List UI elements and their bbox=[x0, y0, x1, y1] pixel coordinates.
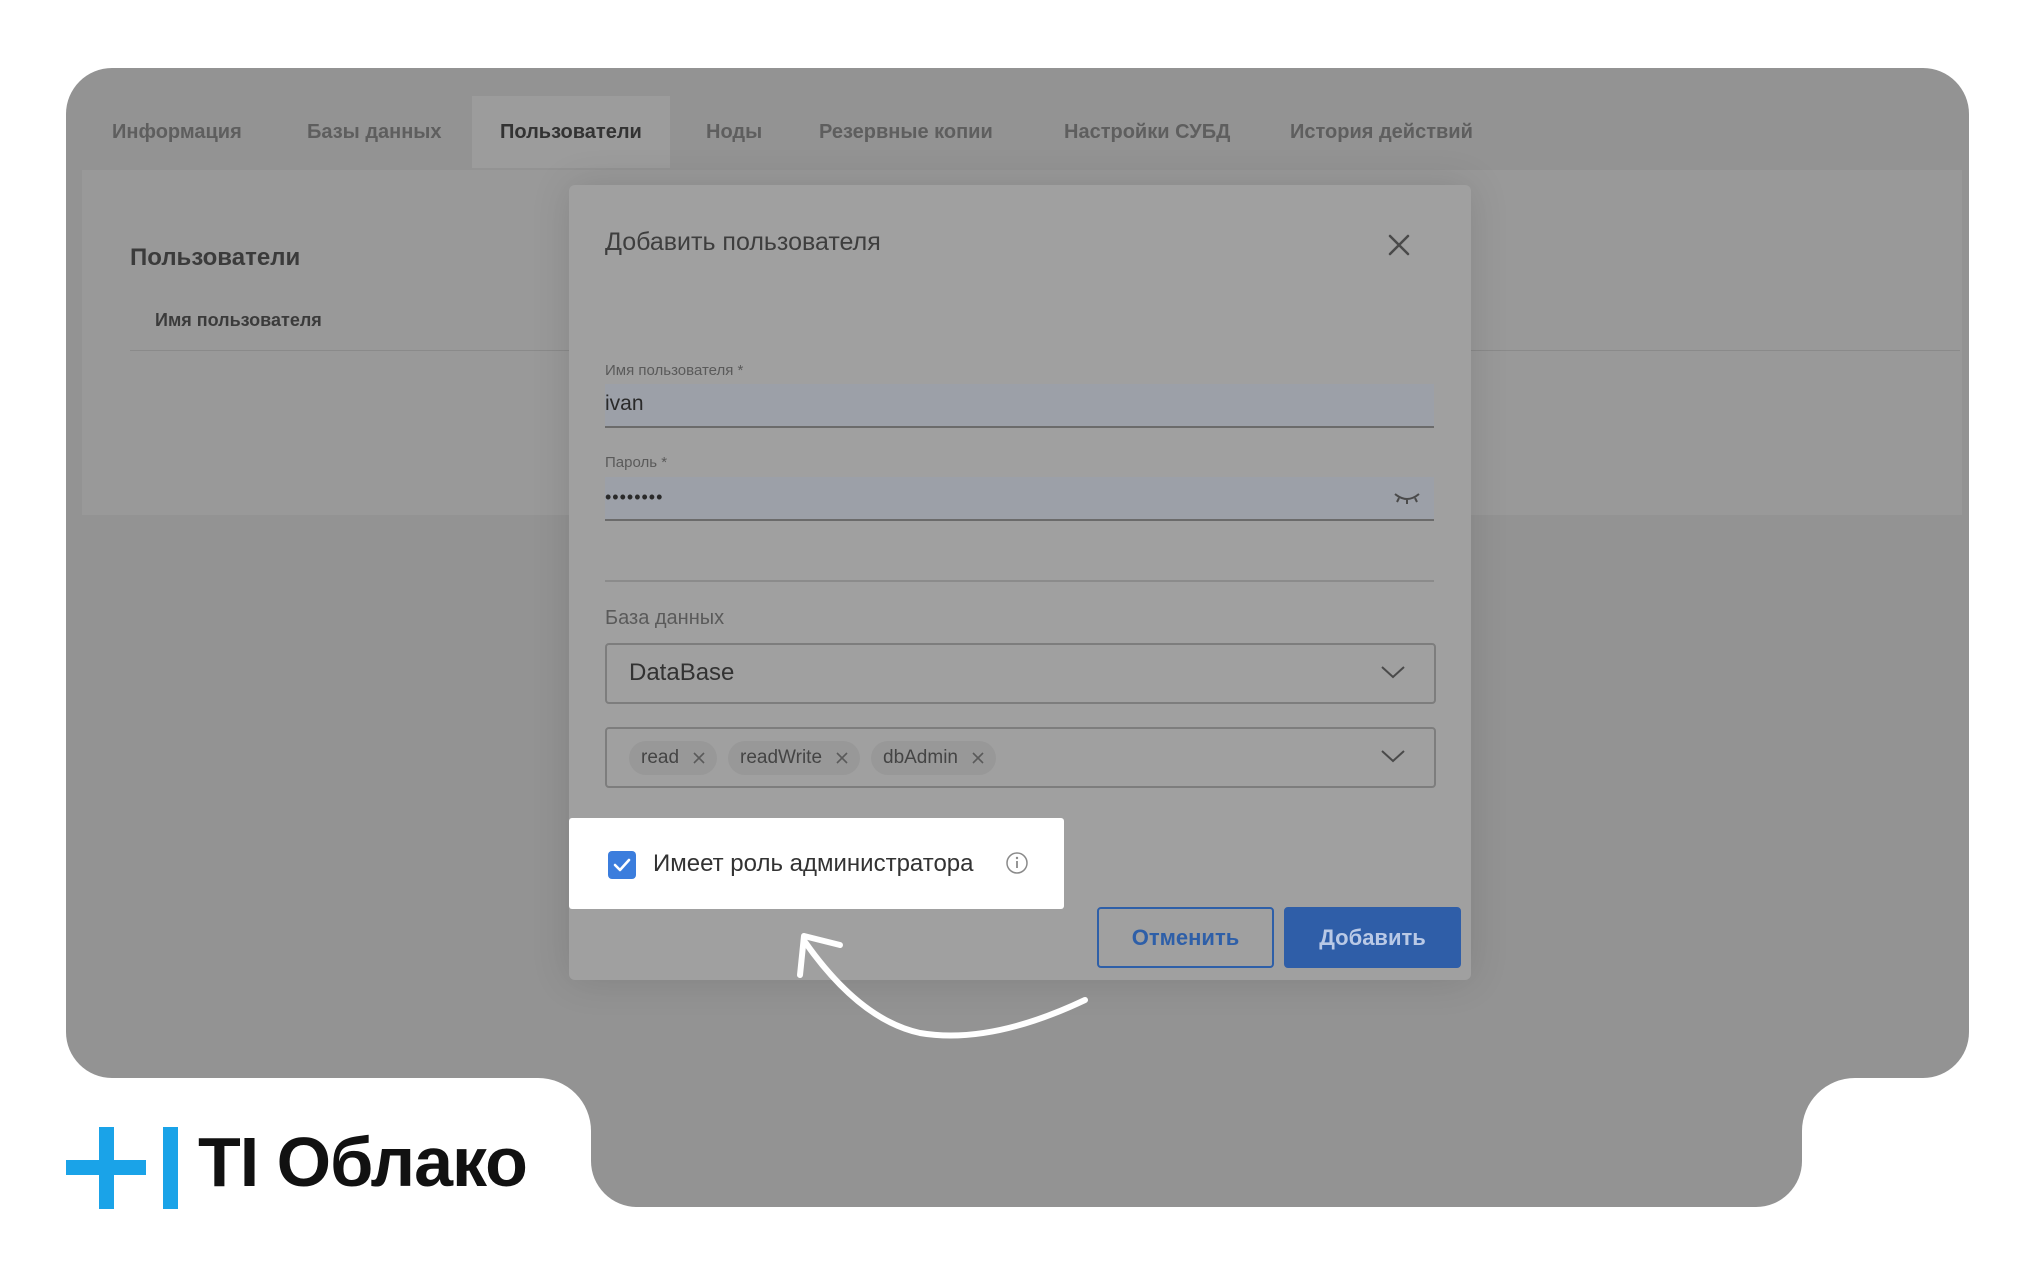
role-chip-label: readWrite bbox=[740, 747, 823, 768]
close-icon[interactable] bbox=[1382, 228, 1416, 262]
admin-role-highlight: Имеет роль администратора bbox=[569, 818, 1064, 909]
database-value: DataBase bbox=[629, 659, 735, 686]
chevron-down-icon bbox=[1381, 750, 1405, 763]
password-field[interactable]: •••••••• bbox=[605, 477, 1434, 521]
dialog-title: Добавить пользователя bbox=[605, 228, 881, 256]
add-button[interactable]: Добавить bbox=[1284, 907, 1461, 968]
admin-role-checkbox[interactable] bbox=[608, 851, 636, 879]
role-chip-label: read bbox=[641, 747, 680, 768]
tab-databases[interactable]: Базы данных bbox=[279, 96, 470, 168]
screenshot-frame-tab bbox=[591, 1040, 1802, 1207]
curved-arrow-icon bbox=[797, 933, 1088, 1039]
tab-history[interactable]: История действий bbox=[1262, 96, 1501, 168]
role-chip-dbadmin: dbAdmin bbox=[871, 741, 996, 775]
tab-users[interactable]: Пользователи bbox=[472, 96, 670, 168]
chip-remove-icon[interactable] bbox=[836, 752, 848, 764]
chip-remove-icon[interactable] bbox=[693, 752, 705, 764]
chevron-down-icon bbox=[1381, 666, 1405, 679]
info-icon[interactable] bbox=[1005, 851, 1029, 875]
checkmark-icon bbox=[613, 858, 631, 872]
cancel-button[interactable]: Отменить bbox=[1097, 907, 1274, 968]
roles-select[interactable]: read readWrite dbAdmin bbox=[605, 727, 1436, 788]
tab-bar: Информация Базы данных Пользователи Ноды… bbox=[66, 68, 1969, 170]
frame-corner-right bbox=[1802, 1078, 1855, 1131]
brand-name: TI Облако bbox=[198, 1123, 528, 1201]
password-label: Пароль * bbox=[605, 454, 668, 471]
role-chip-label: dbAdmin bbox=[883, 747, 958, 768]
tab-dbms-settings[interactable]: Настройки СУБД bbox=[1036, 96, 1258, 168]
username-field[interactable]: ivan bbox=[605, 384, 1434, 428]
password-value: •••••••• bbox=[605, 487, 664, 507]
database-label: База данных bbox=[605, 607, 725, 629]
role-chip-readwrite: readWrite bbox=[728, 741, 861, 775]
username-value: ivan bbox=[605, 392, 644, 415]
ti-cloud-logo-mark bbox=[66, 1127, 178, 1209]
tab-info[interactable]: Информация bbox=[84, 96, 270, 168]
section-divider bbox=[605, 580, 1434, 582]
username-label: Имя пользователя * bbox=[605, 362, 744, 379]
panel-title: Пользователи bbox=[130, 244, 301, 271]
chip-remove-icon[interactable] bbox=[972, 752, 984, 764]
eye-hidden-icon[interactable] bbox=[1392, 488, 1422, 508]
tab-backups[interactable]: Резервные копии bbox=[791, 96, 1021, 168]
role-chip-read: read bbox=[629, 741, 718, 775]
frame-corner-left bbox=[538, 1078, 591, 1131]
column-header-username: Имя пользователя bbox=[155, 310, 322, 330]
admin-role-label: Имеет роль администратора bbox=[653, 850, 974, 877]
database-select[interactable]: DataBase bbox=[605, 643, 1436, 704]
tab-nodes[interactable]: Ноды bbox=[678, 96, 790, 168]
